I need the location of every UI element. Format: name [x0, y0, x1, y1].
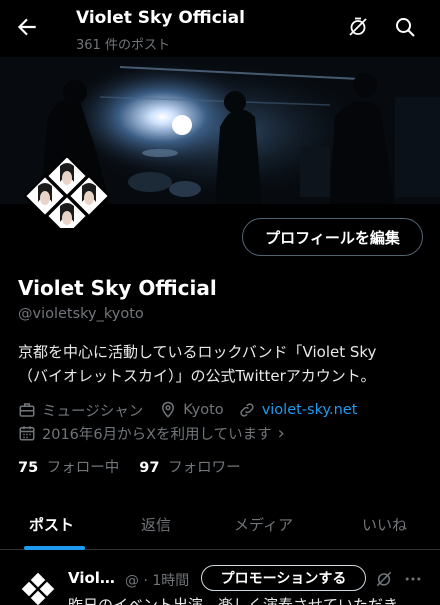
chevron-right-icon: › — [277, 422, 285, 444]
post-author[interactable]: Viol… — [68, 569, 115, 587]
post-timestamp: @ · 1時間 — [125, 573, 190, 589]
profile-handle: @violetsky_kyoto — [18, 306, 144, 322]
bell-off-icon[interactable] — [346, 15, 370, 39]
promote-button[interactable]: プロモーションする — [201, 565, 366, 591]
arrow-left-icon[interactable] — [14, 14, 40, 40]
link-icon — [240, 403, 254, 417]
post-avatar[interactable] — [18, 566, 58, 605]
following-link[interactable]: 75 フォロー中 — [18, 456, 119, 477]
bio-line-2: （バイオレットスカイ）」の公式Twitterアカウント。 — [18, 367, 376, 385]
edit-profile-button[interactable]: プロフィールを編集 — [242, 218, 423, 256]
profile-location: Kyoto — [183, 402, 224, 418]
search-icon[interactable] — [393, 15, 417, 39]
following-label: フォロー中 — [46, 460, 120, 476]
profile-name: Violet Sky Official — [18, 276, 217, 300]
tab-replies[interactable]: 返信 — [141, 498, 171, 550]
profile-joined-date: 2016年6月からXを利用しています — [42, 426, 272, 443]
tab-likes[interactable]: いいね — [362, 498, 407, 550]
followers-link[interactable]: 97 フォロワー — [139, 456, 240, 477]
tab-posts[interactable]: ポスト — [29, 498, 74, 550]
follow-stats: 75 フォロー中 97 フォロワー — [18, 456, 241, 477]
profile-bio: 京都を中心に活動しているロックバンド「Violet Sky （バイオレットスカイ… — [18, 340, 428, 388]
profile-website-link[interactable]: violet-sky.net — [262, 402, 358, 418]
profile-tabs: ポスト 返信 メディア いいね — [0, 498, 440, 550]
profile-joined-row[interactable]: 2016年6月からXを利用しています › — [18, 422, 285, 444]
tab-media[interactable]: メディア — [234, 498, 293, 550]
briefcase-icon — [19, 403, 35, 417]
post-avatar-image — [18, 566, 58, 605]
followers-label: フォロワー — [168, 460, 241, 476]
profile-avatar[interactable] — [18, 158, 116, 228]
bio-line-1: 京都を中心に活動しているロックバンド「Violet Sky — [18, 343, 377, 361]
calendar-icon — [19, 426, 35, 441]
followers-count: 97 — [139, 460, 160, 476]
profile-category: ミュージシャン — [42, 403, 144, 420]
post-text: 昨日のイベント出演、楽しく演奏させていただき — [68, 596, 399, 605]
top-bar: Violet Sky Official 361 件のポスト — [0, 0, 440, 57]
more-dots-icon[interactable] — [403, 569, 423, 589]
active-tab-indicator — [24, 546, 85, 550]
analytics-off-icon[interactable] — [374, 569, 394, 589]
location-pin-icon — [162, 401, 175, 418]
header-title: Violet Sky Official — [76, 8, 245, 28]
profile-meta-row: ミュージシャン Kyoto violet-sky.net — [18, 399, 357, 421]
following-count: 75 — [18, 460, 39, 476]
post-count: 361 件のポスト — [76, 38, 170, 53]
